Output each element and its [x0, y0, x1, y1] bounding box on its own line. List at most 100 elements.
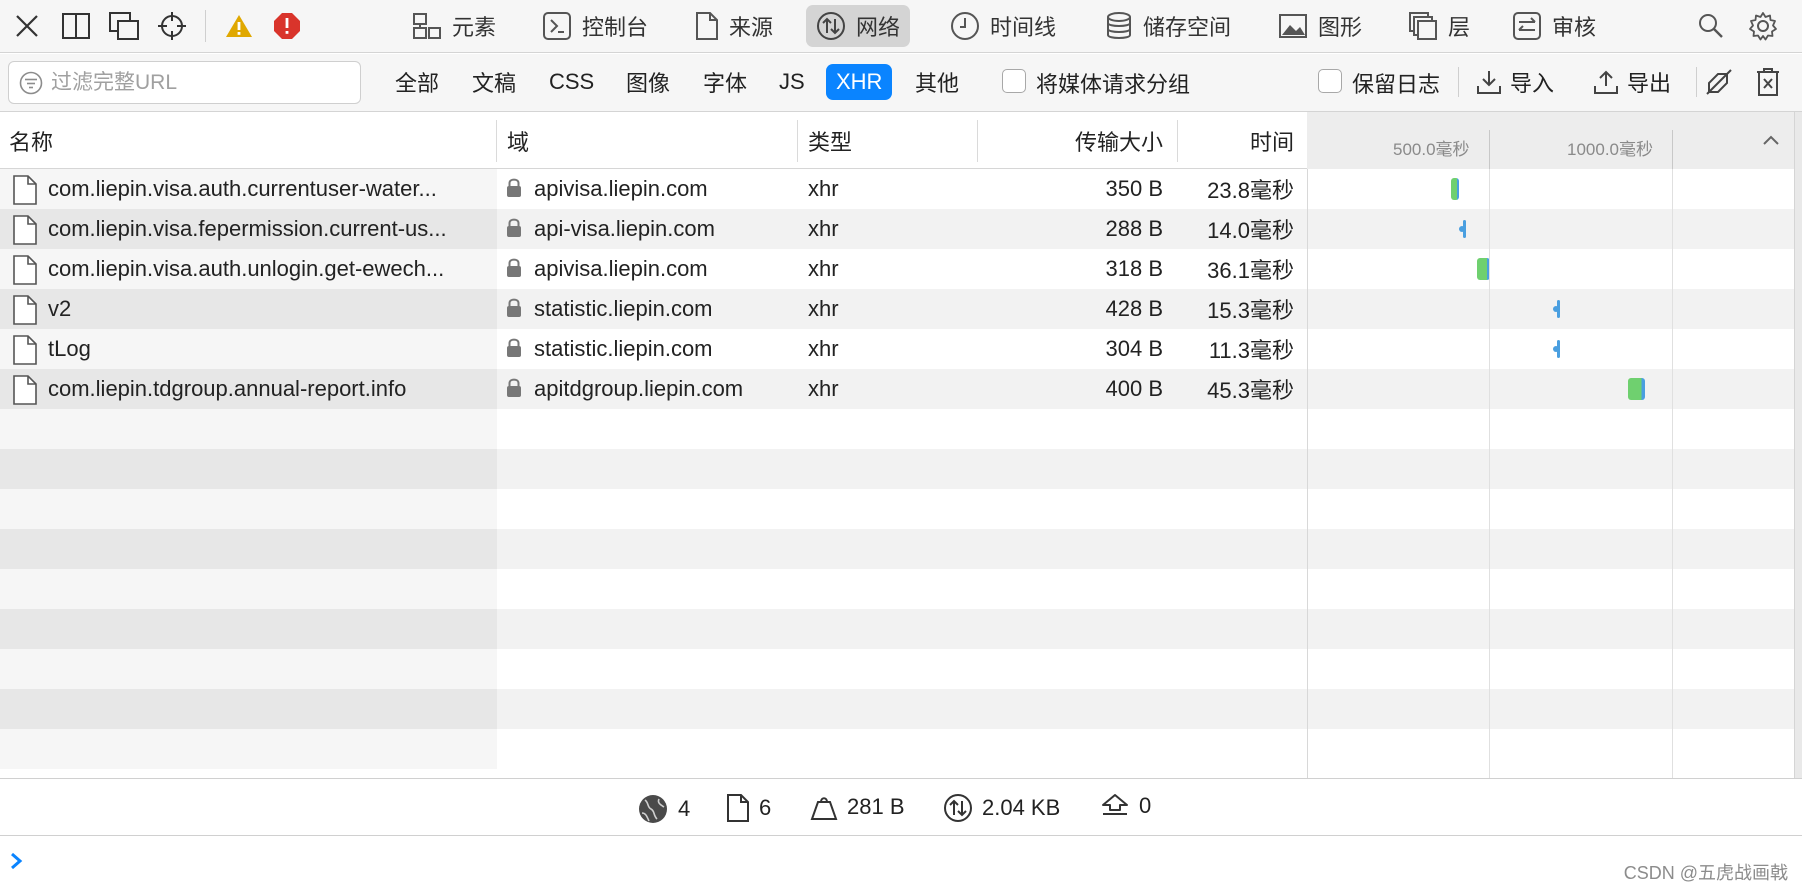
- waterfall-bar[interactable]: [1450, 178, 1460, 200]
- filter-type-images[interactable]: 图像: [616, 64, 680, 100]
- export-button[interactable]: 导出: [1593, 64, 1671, 100]
- tab-sources[interactable]: 来源: [685, 5, 783, 47]
- table-row[interactable]: com.liepin.tdgroup.annual-report.info ap…: [0, 369, 1802, 409]
- lock-icon: [507, 178, 521, 197]
- waterfall-bar[interactable]: [1557, 340, 1561, 358]
- lock-icon: [507, 218, 521, 237]
- table-row[interactable]: v2 statistic.liepin.com xhr 428 B 15.3毫秒: [0, 289, 1802, 329]
- import-button[interactable]: 导入: [1476, 64, 1554, 100]
- waterfall-header[interactable]: 500.0毫秒 1000.0毫秒: [1307, 112, 1802, 169]
- request-domain: apivisa.liepin.com: [534, 256, 708, 281]
- request-name: v2: [48, 296, 72, 321]
- filter-icon: [19, 71, 43, 94]
- column-divider[interactable]: [1177, 120, 1178, 162]
- preserve-log-checkbox[interactable]: [1318, 69, 1342, 93]
- globe-icon: [639, 795, 667, 823]
- tab-audit[interactable]: 审核: [1502, 5, 1606, 47]
- request-domain: api-visa.liepin.com: [534, 216, 715, 241]
- tab-storage[interactable]: 储存空间: [1095, 5, 1241, 47]
- warning-icon[interactable]: [220, 7, 258, 45]
- column-header-name[interactable]: 名称: [9, 112, 429, 169]
- column-divider[interactable]: [797, 120, 798, 162]
- url-filter[interactable]: [8, 61, 361, 104]
- waterfall-border: [1307, 169, 1308, 778]
- request-type: xhr: [808, 256, 839, 281]
- dock-side-icon[interactable]: [57, 7, 95, 45]
- table-row[interactable]: com.liepin.visa.fepermission.current-us.…: [0, 209, 1802, 249]
- filter-type-other[interactable]: 其他: [905, 64, 969, 100]
- detach-window-icon[interactable]: [105, 7, 143, 45]
- table-row[interactable]: com.liepin.visa.auth.currentuser-water..…: [0, 169, 1802, 209]
- filter-bar: 全部 文稿 CSS 图像 字体 JS XHR 其他 将媒体请求分组 保留日志 导…: [0, 54, 1802, 112]
- filter-divider: [1696, 67, 1697, 97]
- empty-row: [0, 409, 1802, 449]
- search-icon[interactable]: [1692, 7, 1730, 45]
- tab-layers[interactable]: 层: [1398, 5, 1480, 47]
- column-header-time[interactable]: 时间: [1180, 112, 1294, 169]
- gear-icon[interactable]: [1744, 7, 1782, 45]
- column-header-size[interactable]: 传输大小: [980, 112, 1163, 169]
- waterfall-bar[interactable]: [1463, 220, 1467, 238]
- tab-network[interactable]: 网络: [806, 5, 911, 47]
- request-time: 45.3毫秒: [1207, 378, 1294, 403]
- filter-url-input[interactable]: [51, 70, 341, 95]
- table-row[interactable]: com.liepin.visa.auth.unlogin.get-ewech..…: [0, 249, 1802, 289]
- import-label: 导入: [1510, 71, 1555, 96]
- file-icon: [13, 255, 37, 285]
- filter-type-all[interactable]: 全部: [385, 64, 449, 100]
- file-icon: [13, 295, 37, 325]
- table-row[interactable]: tLog statistic.liepin.com xhr 304 B 11.3…: [0, 329, 1802, 369]
- column-header-domain[interactable]: 域: [507, 112, 707, 169]
- empty-row: [0, 649, 1802, 689]
- chevron-right-icon: [11, 852, 23, 870]
- network-icon: [817, 12, 845, 40]
- waterfall-tick: 500.0毫秒: [1393, 140, 1470, 159]
- error-icon[interactable]: [268, 7, 306, 45]
- domains-stat: 4: [637, 793, 690, 825]
- trash-icon: [1757, 68, 1779, 96]
- filter-type-css[interactable]: CSS: [539, 64, 604, 100]
- waterfall-bar[interactable]: [1628, 378, 1645, 400]
- layers-icon: [1409, 12, 1437, 40]
- transferred-stat: 281 B: [810, 793, 905, 821]
- upload-tray-icon: [1102, 794, 1128, 815]
- filter-type-xhr[interactable]: XHR: [826, 64, 893, 100]
- download-icon: [1477, 71, 1501, 94]
- column-header-type[interactable]: 类型: [808, 112, 968, 169]
- request-name: tLog: [48, 336, 91, 361]
- console-prompt-area[interactable]: CSDN @五虎战画戟: [0, 837, 1802, 890]
- console-icon: [543, 12, 571, 40]
- close-icon[interactable]: [8, 7, 46, 45]
- audit-icon: [1513, 12, 1541, 40]
- filter-type-fonts[interactable]: 字体: [693, 64, 757, 100]
- waterfall-tick: 1000.0毫秒: [1567, 140, 1653, 159]
- request-time: 11.3毫秒: [1208, 338, 1294, 363]
- request-size: 400 B: [1105, 376, 1164, 401]
- waterfall-grid-line: [1489, 169, 1490, 778]
- filter-type-js[interactable]: JS: [769, 64, 815, 100]
- watermark: CSDN @五虎战画戟: [1623, 863, 1788, 883]
- filter-type-documents[interactable]: 文稿: [462, 64, 526, 100]
- column-divider[interactable]: [496, 120, 497, 162]
- tab-console[interactable]: 控制台: [532, 5, 658, 47]
- request-name: com.liepin.tdgroup.annual-report.info: [48, 376, 407, 401]
- tab-graphics[interactable]: 图形: [1268, 5, 1372, 47]
- scrollbar-track[interactable]: [1794, 112, 1802, 778]
- empty-row: [0, 689, 1802, 729]
- tab-label: 层: [1448, 15, 1471, 40]
- errors-stat: 0: [1100, 793, 1151, 819]
- waterfall-bar[interactable]: [1557, 300, 1561, 318]
- tab-label: 来源: [729, 15, 774, 40]
- group-media-checkbox[interactable]: [1002, 69, 1026, 93]
- name-column-bg: [0, 449, 497, 489]
- tab-elements[interactable]: 元素: [402, 5, 506, 47]
- clear-log-button[interactable]: [1755, 64, 1781, 100]
- request-time: 36.1毫秒: [1207, 258, 1294, 283]
- tab-timeline[interactable]: 时间线: [940, 5, 1066, 47]
- name-column-bg: [0, 489, 497, 529]
- disable-caches-button[interactable]: [1704, 64, 1734, 100]
- chevron-up-icon[interactable]: [1762, 134, 1780, 146]
- empty-row: [0, 489, 1802, 529]
- column-divider[interactable]: [977, 120, 978, 162]
- element-picker-icon[interactable]: [153, 7, 191, 45]
